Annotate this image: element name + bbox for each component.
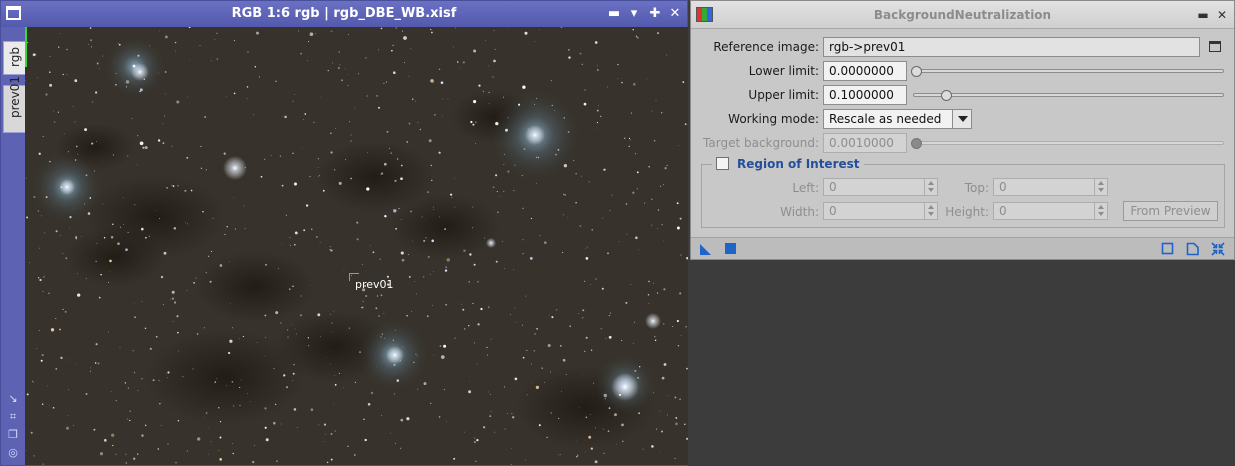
upper-limit-label: Upper limit: — [748, 88, 819, 102]
tab-prev01[interactable]: prev01 — [3, 75, 25, 133]
upper-limit-field[interactable]: 0.1000000 — [823, 85, 907, 105]
working-mode-value: Rescale as needed — [829, 112, 942, 126]
close-icon[interactable]: ✕ — [1215, 7, 1229, 23]
roi-title: Region of Interest — [737, 156, 860, 171]
from-preview-button[interactable]: From Preview — [1123, 201, 1218, 221]
reference-image-field[interactable]: rgb->prev01 — [823, 37, 1200, 57]
dialog-title: BackgroundNeutralization — [873, 8, 1052, 22]
working-mode-select[interactable]: Rescale as needed — [823, 109, 972, 129]
view-marker — [25, 27, 27, 67]
chevron-down-icon[interactable] — [952, 110, 971, 128]
new-instance-icon[interactable] — [699, 242, 713, 256]
dialog-action-bar — [691, 237, 1234, 259]
spin-arrows-icon[interactable] — [924, 203, 937, 219]
upper-limit-slider-handle[interactable] — [941, 90, 952, 101]
minimize-icon[interactable]: ▾ — [625, 5, 643, 23]
roi-left-value: 0 — [829, 180, 837, 194]
target-background-label: Target background: — [703, 136, 819, 150]
lower-limit-field[interactable]: 0.0000000 — [823, 61, 907, 81]
roi-top-label: Top: — [964, 181, 989, 195]
roi-header[interactable]: Region of Interest — [712, 156, 864, 174]
reference-image-label: Reference image: — [713, 40, 819, 54]
roi-width-value: 0 — [829, 204, 837, 218]
roi-left-spinbox[interactable]: 0 — [823, 178, 938, 196]
roi-top-value: 0 — [999, 180, 1007, 194]
target-background-field[interactable]: 0.0010000 — [823, 133, 907, 153]
roi-top-spinbox[interactable]: 0 — [993, 178, 1108, 196]
tab-prev01-label: prev01 — [8, 75, 22, 118]
roi-width-label: Width: — [780, 205, 819, 219]
roi-height-spinbox[interactable]: 0 — [993, 202, 1108, 220]
target-background-slider-handle[interactable] — [911, 138, 922, 149]
target-icon[interactable]: ◎ — [6, 446, 20, 460]
dialog-titlebar[interactable]: BackgroundNeutralization ▬ ✕ — [691, 1, 1234, 29]
star-field-image — [25, 27, 688, 465]
roi-checkbox[interactable] — [716, 157, 729, 170]
shade-icon[interactable]: ▬ — [1196, 7, 1210, 23]
mask-link-icon[interactable]: ↘ — [6, 392, 20, 406]
fit-view-icon[interactable]: ⌗ — [6, 410, 20, 424]
spin-arrows-icon[interactable] — [924, 179, 937, 195]
image-window: RGB 1:6 rgb | rgb_DBE_WB.xisf ▬ ▾ ✚ ✕ rg… — [0, 0, 688, 466]
target-background-slider[interactable] — [913, 141, 1224, 145]
lower-limit-slider-handle[interactable] — [911, 66, 922, 77]
roi-height-label: Height: — [945, 205, 989, 219]
preview-label[interactable]: prev01 — [355, 278, 394, 291]
roi-height-value: 0 — [999, 204, 1007, 218]
maximize-icon[interactable]: ✚ — [646, 5, 664, 23]
upper-limit-slider[interactable] — [913, 93, 1224, 97]
process-dialog: BackgroundNeutralization ▬ ✕ Reference i… — [690, 0, 1235, 260]
reset-icon[interactable] — [1186, 242, 1200, 256]
apply-icon[interactable] — [724, 242, 738, 256]
spin-arrows-icon[interactable] — [1094, 203, 1107, 219]
lower-limit-label: Lower limit: — [748, 64, 819, 78]
clone-icon[interactable]: ❐ — [6, 428, 20, 442]
working-mode-label: Working mode: — [728, 112, 819, 126]
image-window-title: RGB 1:6 rgb | rgb_DBE_WB.xisf — [231, 6, 457, 21]
view-tab-strip: rgb prev01 ↘ ⌗ ❐ ◎ — [1, 27, 25, 465]
collapse-icon[interactable] — [1211, 242, 1225, 256]
tab-rgb-label: rgb — [8, 47, 22, 67]
browse-documentation-icon[interactable] — [1161, 242, 1175, 256]
image-canvas[interactable]: prev01 — [25, 27, 688, 465]
roi-left-label: Left: — [792, 181, 819, 195]
select-view-icon[interactable] — [1209, 41, 1221, 52]
close-icon[interactable]: ✕ — [666, 5, 684, 23]
roi-width-spinbox[interactable]: 0 — [823, 202, 938, 220]
shade-icon[interactable]: ▬ — [605, 5, 623, 23]
tab-rgb[interactable]: rgb — [3, 41, 25, 75]
lower-limit-slider[interactable] — [913, 69, 1224, 73]
spin-arrows-icon[interactable] — [1094, 179, 1107, 195]
image-window-titlebar[interactable]: RGB 1:6 rgb | rgb_DBE_WB.xisf ▬ ▾ ✚ ✕ — [1, 1, 687, 27]
